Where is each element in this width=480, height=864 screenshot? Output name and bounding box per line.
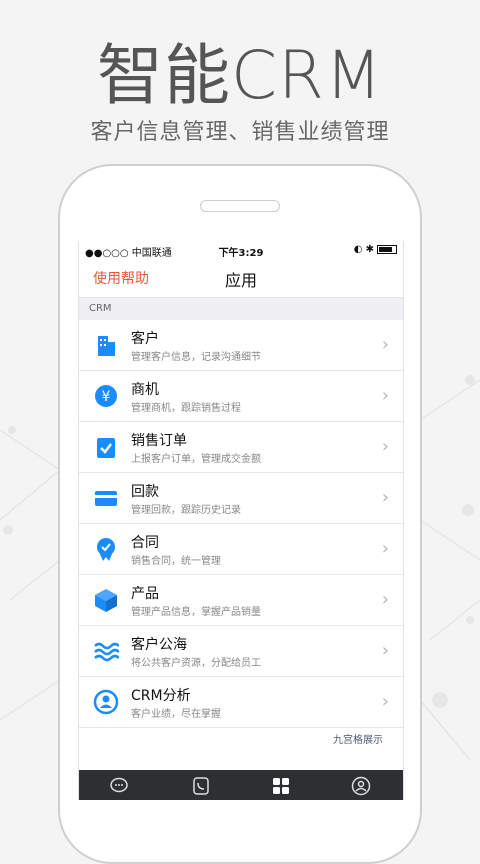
grid-view-link[interactable]: 九宫格展示 (333, 731, 383, 746)
battery-icon: ◐ ✱ (354, 244, 397, 255)
clipboard-check-icon (97, 438, 115, 458)
item-title: 商机 (131, 382, 159, 398)
grid-apps-icon[interactable] (271, 776, 291, 796)
item-desc: 管理回款，跟踪历史记录 (131, 505, 241, 516)
list-item-crm-analysis[interactable]: CRM分析 客户业绩，尽在掌握 › (79, 677, 403, 728)
list-item-payment[interactable]: 回款 管理回款，跟踪历史记录 › (79, 473, 403, 524)
item-title: 合同 (131, 535, 159, 551)
chevron-right-icon: › (381, 436, 389, 457)
profile-icon[interactable] (351, 776, 371, 796)
phone-icon[interactable] (191, 776, 211, 796)
chat-icon[interactable] (109, 776, 129, 796)
list-item-public-pool[interactable]: 客户公海 将公共客户资源，分配给员工 › (79, 626, 403, 677)
item-title: 客户 (131, 331, 159, 347)
chevron-right-icon: › (381, 334, 389, 355)
card-icon (95, 491, 117, 506)
item-desc: 管理客户信息，记录沟通细节 (131, 352, 261, 363)
svg-text:¥: ¥ (102, 389, 111, 405)
item-desc: 客户业绩，尽在掌握 (131, 709, 221, 720)
list-item-product[interactable]: 产品 管理产品信息，掌握产品销量 › (79, 575, 403, 626)
page-subheadline: 客户信息管理、销售业绩管理 (90, 120, 390, 145)
nav-bar: 使用帮助 应用 (79, 259, 403, 298)
yuan-icon: ¥ (95, 385, 117, 407)
box-icon (95, 589, 117, 612)
item-title: 客户公海 (131, 637, 187, 653)
chevron-right-icon: › (381, 640, 389, 661)
page-title: 应用 (224, 271, 257, 290)
item-desc: 销售合同，统一管理 (131, 556, 221, 567)
chevron-right-icon: › (381, 589, 389, 610)
tab-bar (79, 770, 403, 800)
chevron-right-icon: › (381, 385, 389, 406)
item-title: CRM分析 (131, 688, 191, 704)
app-screen: ●●○○○ 中国联通 下午3:29 ◐ ✱ 使用帮助 应用 CRM 客户 管理客… (78, 241, 404, 800)
analysis-icon (93, 689, 119, 715)
phone-speaker (200, 200, 280, 212)
list-item-sales-order[interactable]: 销售订单 上报客户订单，管理成交金额 › (79, 422, 403, 473)
section-header: CRM (79, 298, 403, 320)
item-title: 产品 (131, 586, 159, 602)
chevron-right-icon: › (381, 487, 389, 508)
chevron-right-icon: › (381, 538, 389, 559)
certificate-icon (97, 538, 115, 561)
waves-icon (94, 642, 119, 662)
item-title: 回款 (131, 484, 159, 500)
page-headline: 智能CRM (97, 37, 383, 114)
status-bar: ●●○○○ 中国联通 下午3:29 ◐ ✱ (79, 241, 403, 259)
item-desc: 管理产品信息，掌握产品销量 (131, 607, 261, 618)
list-item-opportunity[interactable]: ¥ 商机 管理商机，跟踪销售过程 › (79, 371, 403, 422)
list-item-customer[interactable]: 客户 管理客户信息，记录沟通细节 › (79, 320, 403, 371)
item-desc: 将公共客户资源，分配给员工 (131, 658, 261, 669)
building-icon (98, 336, 115, 356)
item-desc: 上报客户订单，管理成交金额 (131, 454, 261, 465)
item-desc: 管理商机，跟踪销售过程 (131, 403, 241, 414)
chevron-right-icon: › (381, 691, 389, 712)
list-item-contract[interactable]: 合同 销售合同，统一管理 › (79, 524, 403, 575)
item-title: 销售订单 (131, 433, 187, 449)
